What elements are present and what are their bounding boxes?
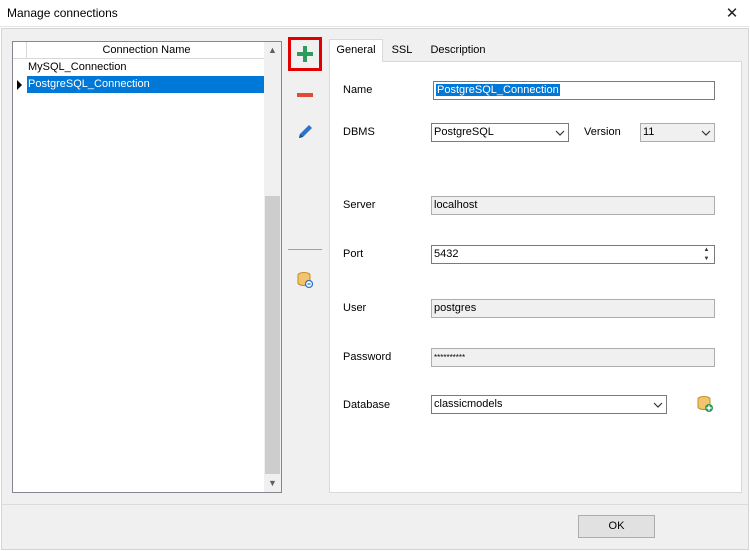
column-header-connection-name[interactable]: Connection Name	[28, 44, 265, 56]
tab-general[interactable]: General	[329, 39, 383, 62]
connection-name-cell[interactable]: MySQL_Connection	[27, 59, 264, 76]
name-field-value: PostgreSQL_Connection	[436, 84, 560, 96]
link-database-button[interactable]	[288, 263, 322, 297]
grid-header: Connection Name	[13, 42, 265, 59]
name-label: Name	[343, 84, 373, 96]
add-icon	[297, 46, 313, 62]
tab-ssl[interactable]: SSL	[385, 41, 419, 61]
tab-description[interactable]: Description	[423, 41, 493, 61]
dbms-label: DBMS	[343, 126, 375, 138]
footer-divider	[2, 504, 748, 505]
database-label: Database	[343, 399, 391, 411]
close-button[interactable]: ✕	[720, 3, 744, 24]
window-title: Manage connections	[7, 6, 118, 20]
dbms-select[interactable]: PostgreSQL	[431, 123, 569, 142]
row-indicator	[13, 76, 27, 93]
password-label: Password	[343, 351, 392, 363]
password-field[interactable]: **********	[431, 348, 715, 367]
name-field[interactable]: PostgreSQL_Connection	[433, 81, 715, 100]
connection-toolbar	[288, 37, 322, 297]
server-field[interactable]: localhost	[431, 196, 715, 215]
user-label: User	[343, 302, 367, 314]
edit-connection-button[interactable]	[288, 115, 322, 149]
scroll-up-icon[interactable]: ▲	[264, 42, 281, 59]
row-indicator	[13, 59, 27, 76]
grid-header-corner	[13, 42, 27, 58]
version-select[interactable]: 11	[640, 123, 715, 142]
link-database-icon	[297, 272, 314, 289]
version-label: Version	[584, 126, 621, 138]
ok-button[interactable]: OK	[578, 515, 655, 538]
scroll-down-icon[interactable]: ▼	[264, 475, 281, 492]
edit-icon	[299, 125, 312, 138]
user-field[interactable]: postgres	[431, 299, 715, 318]
chevron-down-icon[interactable]	[649, 396, 666, 413]
port-label: Port	[343, 248, 364, 260]
create-database-button[interactable]	[696, 395, 714, 415]
chevron-down-icon[interactable]	[697, 124, 714, 141]
dbms-value: PostgreSQL	[434, 126, 494, 138]
add-connection-button[interactable]	[288, 37, 322, 71]
title-bar: Manage connections ✕	[0, 0, 750, 27]
spin-up-icon[interactable]: ▲	[699, 246, 714, 254]
scrollbar-thumb[interactable]	[265, 196, 280, 474]
database-value: classicmodels	[434, 398, 503, 410]
remove-connection-button[interactable]	[288, 78, 322, 112]
dialog-body: Connection Name MySQL_Connection Postgre…	[1, 28, 749, 550]
table-row[interactable]: MySQL_Connection	[13, 59, 265, 76]
chevron-down-icon[interactable]	[551, 124, 568, 141]
port-value: 5432	[434, 248, 459, 260]
database-select[interactable]: classicmodels	[431, 395, 667, 414]
general-tab-panel: Name PostgreSQL_Connection DBMS PostgreS…	[329, 61, 742, 493]
toolbar-separator	[288, 249, 322, 250]
version-value: 11	[643, 126, 655, 138]
port-spin-buttons[interactable]: ▲ ▼	[699, 246, 714, 263]
vertical-scrollbar[interactable]: ▲ ▼	[264, 42, 281, 492]
connections-grid[interactable]: Connection Name MySQL_Connection Postgre…	[12, 41, 282, 493]
add-database-icon	[697, 396, 713, 412]
table-row[interactable]: PostgreSQL_Connection	[13, 76, 265, 93]
connection-name-cell[interactable]: PostgreSQL_Connection	[27, 76, 264, 93]
current-row-arrow-icon	[17, 80, 22, 90]
remove-icon	[297, 93, 313, 97]
spin-down-icon[interactable]: ▼	[699, 255, 714, 263]
server-label: Server	[343, 199, 376, 211]
tab-strip: General SSL Description	[329, 39, 741, 62]
port-stepper[interactable]: 5432 ▲ ▼	[431, 245, 715, 264]
